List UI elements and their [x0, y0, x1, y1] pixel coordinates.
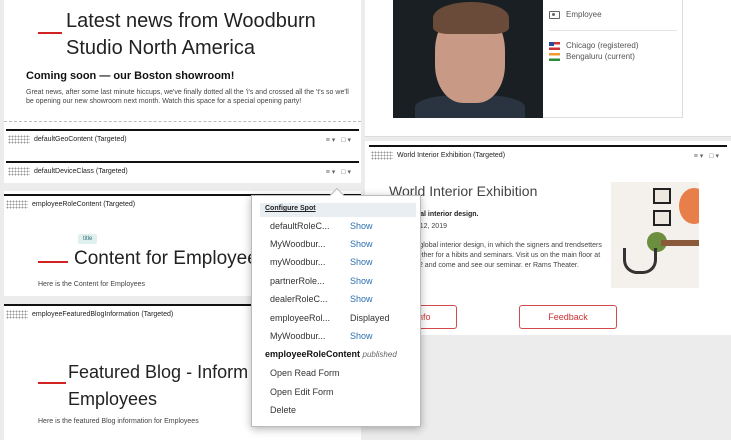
india-flag-icon — [549, 52, 560, 61]
id-card-icon — [549, 10, 560, 19]
variant-row[interactable]: MyWoodbur... Show — [270, 236, 418, 252]
image-frame — [653, 188, 671, 204]
variant-row[interactable]: MyWoodbur... Show — [270, 328, 418, 344]
variant-row[interactable]: myWoodbur... Show — [270, 254, 418, 270]
variant-show-link[interactable]: Show — [350, 294, 373, 304]
spot-controls[interactable]: ≡▾ □▾ — [694, 152, 721, 160]
variant-row[interactable]: employeeRol... Displayed — [270, 310, 418, 326]
variant-name: MyWoodbur... — [270, 239, 326, 249]
variant-displayed-label: Displayed — [350, 313, 390, 323]
image-lamp — [679, 188, 699, 224]
spot-bar-label: employeeFeaturedBlogInformation (Targete… — [32, 311, 174, 318]
popup-action-open-edit-form[interactable]: Open Edit Form — [270, 387, 334, 397]
blog-heading-line1: Featured Blog - Inform — [68, 362, 249, 382]
spot-bar-exhibition[interactable]: World Interior Exhibition (Targeted) ≡▾ … — [369, 145, 727, 164]
title-badge: title — [78, 234, 98, 244]
drag-handle-icon[interactable] — [8, 135, 30, 144]
variant-row[interactable]: dealerRoleC... Show — [270, 291, 418, 307]
drag-handle-icon[interactable] — [8, 167, 30, 176]
variant-name: myWoodbur... — [270, 257, 326, 267]
spot-bar-device[interactable]: defaultDeviceClass (Targeted) ≡▾ □▾ — [6, 161, 359, 180]
configure-spot-link[interactable]: Configure Spot — [260, 203, 416, 217]
variant-row[interactable]: defaultRoleC... Show — [270, 218, 418, 234]
variant-row[interactable]: partnerRole... Show — [270, 273, 418, 289]
variant-name: employeeRol... — [270, 313, 331, 323]
location-registered: Chicago (registered) — [566, 41, 639, 50]
us-flag-icon — [549, 41, 560, 50]
title-accent-line — [38, 32, 62, 34]
profile-panel: Employee Chicago (registered) Bengaluru … — [543, 0, 683, 118]
title-accent-line — [38, 261, 68, 263]
popup-action-open-read-form[interactable]: Open Read Form — [270, 368, 340, 378]
role-body: Here is the Content for Employees — [38, 281, 145, 288]
variant-name: partnerRole... — [270, 276, 325, 286]
exhibition-body: nnacle of global interior design, in whi… — [389, 242, 602, 269]
profile-location-registered: Chicago (registered) — [549, 41, 638, 50]
spot-controls[interactable]: ≡▾ □▾ — [326, 168, 353, 176]
variant-name: defaultRoleC... — [270, 221, 330, 231]
profile-photo — [393, 0, 543, 118]
news-title: Latest news from Woodburn Studio North A… — [66, 10, 316, 59]
current-variant-name: employeeRoleContent — [265, 349, 361, 359]
image-table — [661, 240, 699, 246]
popup-action-delete[interactable]: Delete — [270, 405, 296, 415]
variant-show-link[interactable]: Show — [350, 239, 373, 249]
spot-bar-label: defaultDeviceClass (Targeted) — [34, 168, 128, 175]
profile-section: Employee Chicago (registered) Bengaluru … — [365, 0, 731, 137]
drag-handle-icon[interactable] — [371, 151, 393, 160]
variant-show-link[interactable]: Show — [350, 257, 373, 267]
feedback-button[interactable]: Feedback — [519, 305, 617, 329]
drag-handle-icon[interactable] — [6, 200, 28, 209]
news-body: Great news, after some last minute hiccu… — [26, 89, 349, 105]
current-variant-status: published — [362, 350, 397, 359]
location-current: Bengaluru (current) — [566, 52, 635, 61]
current-variant: employeeRoleContent published — [265, 349, 397, 359]
spot-controls[interactable]: ≡▾ □▾ — [326, 136, 353, 144]
image-chair — [623, 248, 657, 274]
spot-bar-label: World Interior Exhibition (Targeted) — [397, 152, 506, 159]
profile-location-current: Bengaluru (current) — [549, 52, 635, 61]
exhibition-image — [611, 182, 699, 288]
blog-heading-line2: Employees — [68, 389, 158, 409]
variant-show-link[interactable]: Show — [350, 221, 373, 231]
screen: Latest news from Woodburn Studio North A… — [0, 0, 731, 440]
variant-show-link[interactable]: Show — [350, 331, 373, 341]
title-accent-line — [38, 382, 66, 384]
role-heading: Content for Employee — [74, 248, 258, 269]
divider — [4, 183, 361, 191]
blog-body: Here is the featured Blog information fo… — [38, 418, 199, 425]
spot-bar-label: employeeRoleContent (Targeted) — [32, 201, 136, 208]
drag-handle-icon[interactable] — [6, 310, 28, 319]
profile-role-row: Employee — [549, 10, 602, 19]
photo-hair — [433, 2, 509, 34]
news-subtitle: Coming soon — our Boston showroom! — [26, 70, 235, 82]
variant-name: dealerRoleC... — [270, 294, 328, 304]
blog-heading: Featured Blog - Inform Employees — [68, 359, 268, 413]
profile-role: Employee — [566, 10, 602, 19]
configure-spot-popup: Configure Spot defaultRoleC... Show MyWood… — [251, 187, 421, 427]
divider — [549, 30, 677, 31]
spot-bar-geo[interactable]: defaultGeoContent (Targeted) ≡▾ □▾ — [6, 129, 359, 148]
news-section: Latest news from Woodburn Studio North A… — [4, 0, 361, 122]
variant-show-link[interactable]: Show — [350, 276, 373, 286]
variant-name: MyWoodbur... — [270, 331, 326, 341]
image-frame — [653, 210, 671, 226]
spot-bar-label: defaultGeoContent (Targeted) — [34, 136, 127, 143]
